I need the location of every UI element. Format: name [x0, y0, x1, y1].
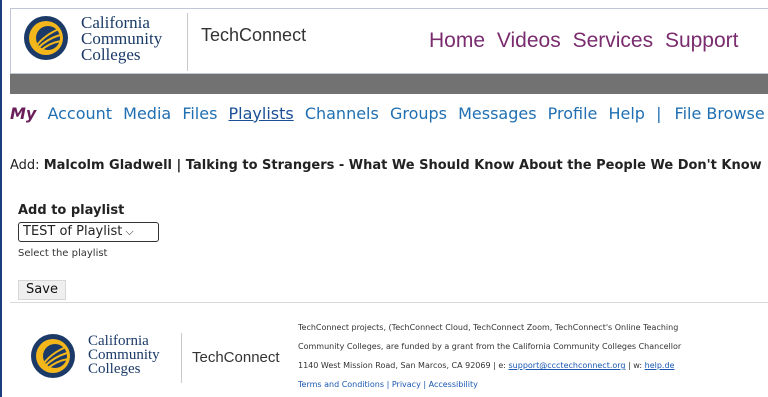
playlist-selected-value: TEST of Playlist [23, 224, 123, 239]
my-nav-file-browse[interactable]: File Browse [675, 104, 765, 123]
save-button[interactable]: Save [18, 280, 66, 300]
footer-link-sep: | [423, 380, 427, 389]
nav-support[interactable]: Support [665, 29, 739, 52]
my-nav-account[interactable]: Account [47, 104, 112, 123]
my-nav: My Account Media Files Playlists Channel… [10, 104, 768, 123]
select-hint: Select the playlist [18, 248, 108, 259]
footer-line-2: Community Colleges, are funded by a gran… [298, 342, 682, 351]
my-nav-files[interactable]: Files [182, 104, 217, 123]
logo-line: Colleges [81, 45, 141, 64]
site-header: California Community Colleges TechConnec… [10, 8, 768, 74]
top-nav: Home Videos Services Support [429, 29, 745, 53]
media-title: Malcolm Gladwell | Talking to Strangers … [43, 158, 762, 173]
my-nav-media[interactable]: Media [123, 104, 171, 123]
accessibility-link[interactable]: Accessibility [429, 380, 478, 389]
footer-logo-wordmark[interactable]: California Community Colleges [88, 333, 160, 377]
footer-link-sep: | [386, 380, 390, 389]
my-nav-help[interactable]: Help [608, 104, 644, 123]
logo-wordmark[interactable]: California Community Colleges [81, 14, 162, 64]
my-nav-messages[interactable]: Messages [458, 104, 536, 123]
nav-home[interactable]: Home [429, 29, 485, 52]
header-band [10, 74, 768, 94]
footer-text: TechConnect projects, (TechConnect Cloud… [298, 318, 768, 394]
footer-logo-line: California [88, 333, 149, 349]
ccc-seal-icon[interactable] [23, 15, 69, 61]
my-nav-channels[interactable]: Channels [305, 104, 379, 123]
add-media-line: Add: Malcolm Gladwell | Talking to Stran… [10, 158, 762, 173]
my-nav-profile[interactable]: Profile [548, 104, 598, 123]
nav-videos[interactable]: Videos [497, 29, 561, 52]
footer-ccc-seal-icon[interactable] [30, 333, 76, 379]
footer-address: 1140 West Mission Road, San Marcos, CA 9… [298, 361, 509, 370]
footer-logo-divider [181, 333, 182, 383]
footer-techconnect-brand[interactable]: TechConnect [192, 349, 280, 366]
playlist-select[interactable]: TEST of Playlist ⌵ [18, 222, 159, 242]
footer-logo-line: Community [88, 347, 160, 363]
my-label: My [10, 104, 37, 123]
footer-links: Terms and Conditions | Privacy | Accessi… [298, 375, 768, 394]
footer-logo-line: Colleges [88, 361, 141, 377]
help-web-link[interactable]: help.de [645, 361, 675, 370]
privacy-link[interactable]: Privacy [392, 380, 421, 389]
footer-divider [10, 302, 768, 303]
techconnect-brand[interactable]: TechConnect [201, 25, 306, 46]
terms-link[interactable]: Terms and Conditions [298, 380, 384, 389]
add-prefix: Add: [10, 158, 40, 173]
nav-services[interactable]: Services [573, 29, 654, 52]
footer-line-3: 1140 West Mission Road, San Marcos, CA 9… [298, 356, 768, 375]
support-email-link[interactable]: support@ccctechconnect.org [509, 361, 626, 370]
chevron-down-icon: ⌵ [125, 225, 134, 238]
footer-web-prefix: | w: [625, 361, 645, 370]
footer-line-1: TechConnect projects, (TechConnect Cloud… [298, 323, 679, 332]
add-to-playlist-label: Add to playlist [18, 203, 125, 218]
my-nav-groups[interactable]: Groups [390, 104, 447, 123]
logo-divider [187, 13, 188, 71]
my-nav-playlists[interactable]: Playlists [229, 104, 294, 123]
nav-separator: | [656, 104, 662, 123]
